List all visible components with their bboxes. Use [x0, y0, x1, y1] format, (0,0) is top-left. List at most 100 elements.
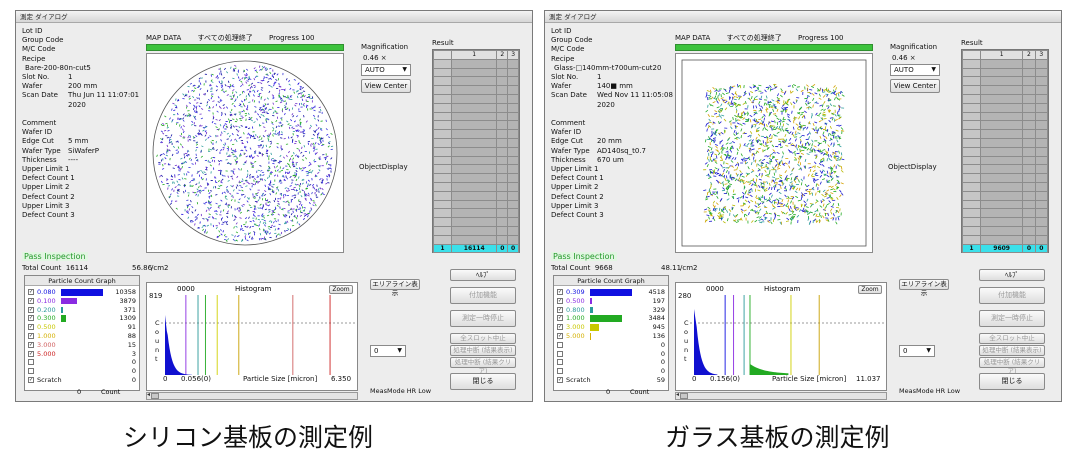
size-class-checkbox[interactable]: ✓: [28, 341, 34, 348]
wafer-map[interactable]: [146, 53, 344, 253]
size-class-checkbox[interactable]: ✓: [28, 297, 34, 304]
abort-clear-result-button[interactable]: 処理中断 (結果クリア): [450, 357, 516, 375]
result-grid[interactable]: 1 2 3 1 9609 0 0: [962, 50, 1049, 254]
result-row[interactable]: [962, 67, 1049, 78]
view-center-button[interactable]: View Center: [890, 79, 940, 93]
all-slot-stop-button[interactable]: 全スロット中止: [979, 333, 1045, 344]
result-row[interactable]: [962, 102, 1049, 113]
scrollbar-thumb[interactable]: [151, 393, 159, 399]
result-row[interactable]: [962, 190, 1049, 201]
size-class-checkbox[interactable]: ✓: [557, 297, 563, 304]
result-row[interactable]: [962, 111, 1049, 122]
result-row[interactable]: [962, 76, 1049, 87]
result-row[interactable]: [433, 111, 519, 122]
result-table[interactable]: 1 2 3 1 9609 0 0: [961, 49, 1049, 254]
result-row[interactable]: [433, 190, 519, 201]
result-row[interactable]: [433, 67, 519, 78]
result-row[interactable]: [962, 225, 1049, 236]
scroll-left-icon[interactable]: ◂: [676, 391, 679, 398]
abort-show-result-button[interactable]: 処理中断 (結果表示): [979, 345, 1045, 356]
result-row[interactable]: [962, 155, 1049, 166]
result-row[interactable]: [962, 199, 1049, 210]
view-center-button[interactable]: View Center: [361, 79, 411, 93]
result-row[interactable]: [433, 199, 519, 210]
magnification-mode-select[interactable]: AUTO ▼: [890, 64, 940, 76]
size-class-checkbox[interactable]: [28, 368, 34, 375]
result-row[interactable]: [962, 181, 1049, 192]
area-line-toggle-button[interactable]: エリアライン表示: [370, 279, 420, 297]
size-class-checkbox[interactable]: ✓: [557, 289, 563, 295]
result-table[interactable]: 1 2 3 1 16114 0 0: [432, 49, 520, 254]
result-row[interactable]: [962, 164, 1049, 175]
addon-function-button[interactable]: 付加機能: [450, 287, 516, 304]
scrollbar-thumb[interactable]: [680, 393, 688, 399]
size-class-checkbox[interactable]: ✓: [28, 333, 34, 339]
all-slot-stop-button[interactable]: 全スロット中止: [450, 333, 516, 344]
result-row[interactable]: [962, 58, 1049, 69]
size-class-checkbox[interactable]: [28, 359, 34, 366]
result-row[interactable]: [962, 234, 1049, 245]
size-class-checkbox[interactable]: ✓: [28, 350, 34, 357]
result-row[interactable]: [433, 155, 519, 166]
secondary-select[interactable]: 0 ▼: [899, 345, 935, 357]
result-row[interactable]: [433, 208, 519, 219]
close-button[interactable]: 閉じる: [450, 373, 516, 390]
zoom-button[interactable]: Zoom: [858, 285, 882, 294]
size-class-checkbox[interactable]: ✓: [557, 377, 563, 383]
zoom-button[interactable]: Zoom: [329, 285, 353, 294]
help-button[interactable]: ﾍﾙﾌﾟ: [450, 269, 516, 281]
result-row[interactable]: [962, 120, 1049, 131]
size-class-checkbox[interactable]: ✓: [28, 306, 34, 313]
wafer-map-canvas[interactable]: [147, 54, 343, 252]
substrate-map[interactable]: [675, 53, 873, 253]
size-class-checkbox[interactable]: ✓: [28, 324, 34, 331]
result-row[interactable]: [962, 85, 1049, 95]
scroll-left-icon[interactable]: ◂: [147, 391, 150, 398]
result-row[interactable]: [433, 76, 519, 87]
result-row[interactable]: [433, 217, 519, 227]
result-row[interactable]: [433, 173, 519, 183]
pause-measurement-button[interactable]: 測定一時停止: [450, 310, 516, 327]
size-class-checkbox[interactable]: ✓: [557, 324, 563, 331]
result-row[interactable]: [433, 93, 519, 104]
result-row[interactable]: [433, 85, 519, 95]
size-class-checkbox[interactable]: ✓: [28, 289, 34, 295]
result-row[interactable]: [962, 217, 1049, 227]
result-row[interactable]: [962, 173, 1049, 183]
result-row[interactable]: [962, 129, 1049, 139]
size-class-checkbox[interactable]: ✓: [557, 315, 563, 322]
pause-measurement-button[interactable]: 測定一時停止: [979, 310, 1045, 327]
result-row[interactable]: [433, 129, 519, 139]
result-row[interactable]: [962, 208, 1049, 219]
addon-function-button[interactable]: 付加機能: [979, 287, 1045, 304]
area-line-toggle-button[interactable]: エリアライン表示: [899, 279, 949, 297]
size-class-checkbox[interactable]: [557, 350, 563, 357]
result-row[interactable]: [433, 164, 519, 175]
size-class-checkbox[interactable]: ✓: [28, 315, 34, 322]
result-row[interactable]: [433, 102, 519, 113]
result-row[interactable]: [433, 146, 519, 157]
size-class-checkbox[interactable]: ✓: [557, 306, 563, 313]
histogram-scrollbar[interactable]: ◂: [146, 391, 358, 400]
close-button[interactable]: 閉じる: [979, 373, 1045, 390]
abort-show-result-button[interactable]: 処理中断 (結果表示): [450, 345, 516, 356]
size-class-checkbox[interactable]: [557, 359, 563, 366]
size-class-checkbox[interactable]: [557, 341, 563, 348]
result-row-selected[interactable]: 1 16114 0 0: [433, 243, 519, 254]
result-row[interactable]: [962, 93, 1049, 104]
size-class-checkbox[interactable]: ✓: [557, 333, 563, 339]
result-row-selected[interactable]: 1 9609 0 0: [962, 243, 1049, 254]
help-button[interactable]: ﾍﾙﾌﾟ: [979, 269, 1045, 281]
result-row[interactable]: [962, 146, 1049, 157]
result-row[interactable]: [433, 120, 519, 131]
result-grid[interactable]: 1 2 3 1 16114 0 0: [433, 50, 519, 254]
result-row[interactable]: [962, 137, 1049, 148]
result-row[interactable]: [433, 58, 519, 69]
result-row[interactable]: [433, 137, 519, 148]
magnification-mode-select[interactable]: AUTO ▼: [361, 64, 411, 76]
histogram-scrollbar[interactable]: ◂: [675, 391, 887, 400]
result-row[interactable]: [433, 181, 519, 192]
secondary-select[interactable]: 0 ▼: [370, 345, 406, 357]
result-row[interactable]: [433, 234, 519, 245]
substrate-map-canvas[interactable]: [676, 54, 872, 252]
